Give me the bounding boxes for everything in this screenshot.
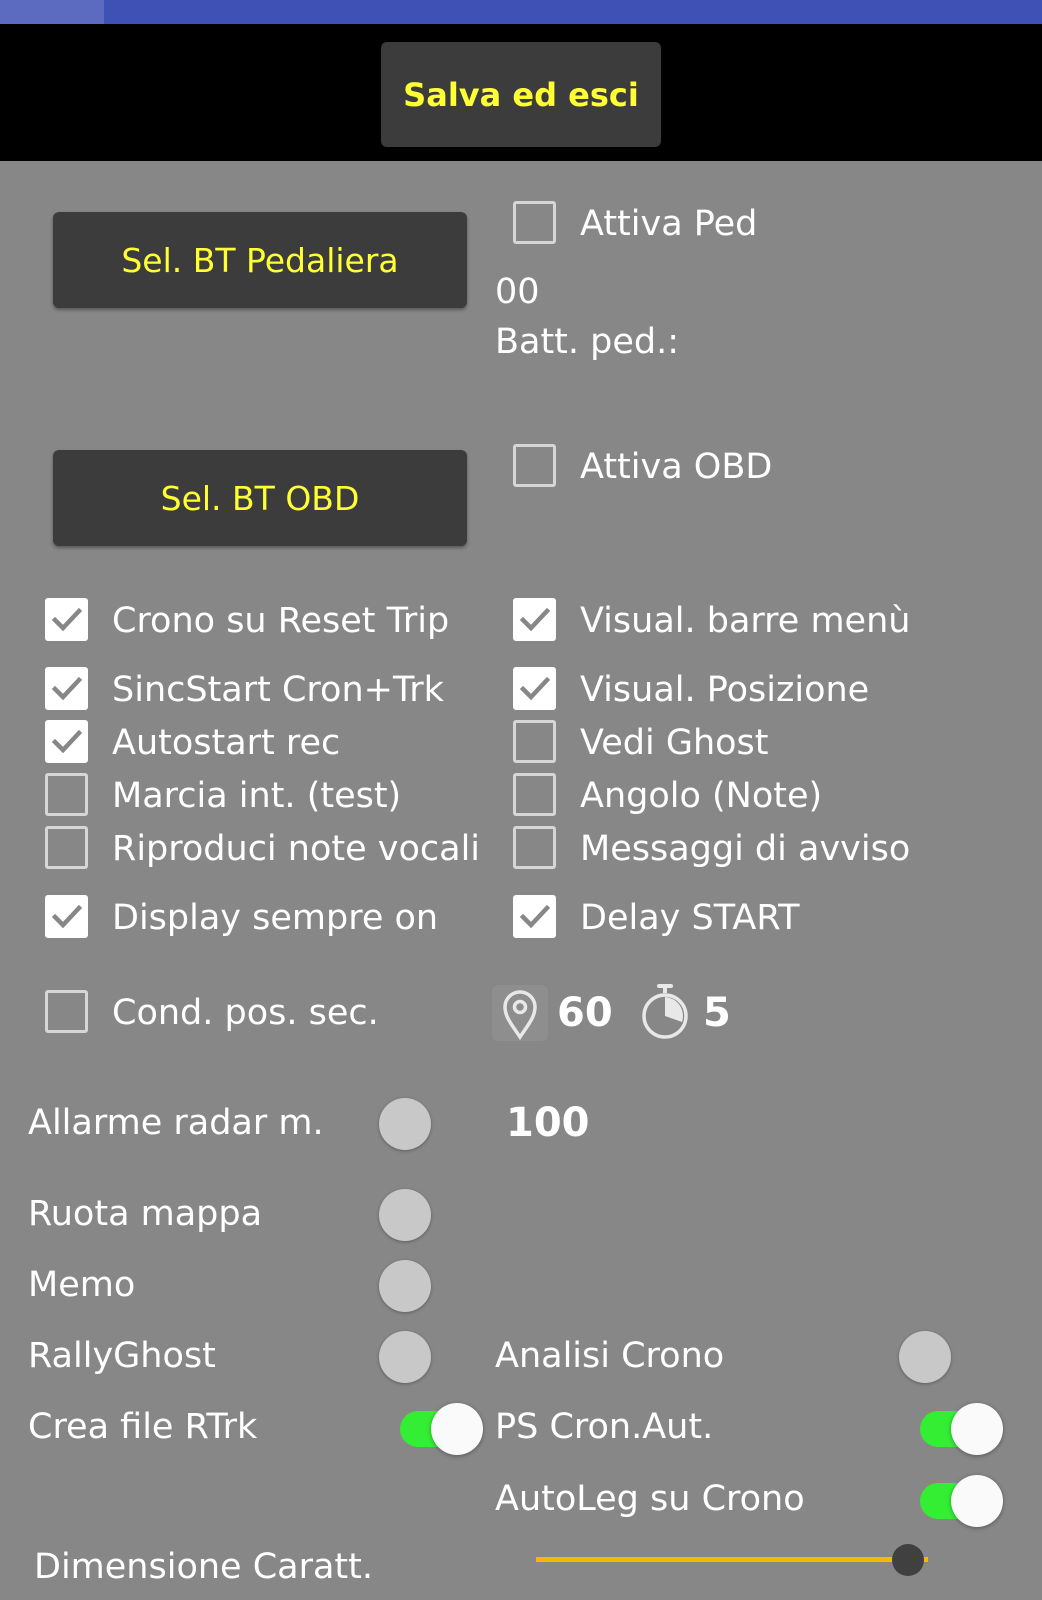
option-label-vedi-ghost: Vedi Ghost: [580, 723, 769, 763]
analisi-crono-label: Analisi Crono: [495, 1336, 725, 1376]
enable-obd-label: Attiva OBD: [580, 447, 773, 487]
ruota-mappa-label: Ruota mappa: [28, 1194, 263, 1234]
select-bt-pedal-button[interactable]: Sel. BT Pedaliera: [53, 212, 467, 308]
option-label-angolo: Angolo (Note): [580, 776, 823, 816]
pedal-battery-label: Batt. ped.:: [495, 322, 680, 362]
enable-pedal-label: Attiva Ped: [580, 204, 758, 244]
pedal-code: 00: [495, 272, 540, 312]
enable-obd-checkbox[interactable]: [513, 444, 556, 487]
option-checkbox-vedi-ghost[interactable]: [513, 720, 556, 763]
timer-value: 5: [703, 990, 731, 1036]
option-label-delay-start: Delay START: [580, 898, 800, 938]
save-exit-button[interactable]: Salva ed esci: [381, 42, 661, 147]
crea-file-rtrk-label: Crea file RTrk: [28, 1407, 258, 1447]
option-label-posizione: Visual. Posizione: [580, 670, 870, 710]
option-checkbox-autostart-rec[interactable]: [45, 720, 88, 763]
option-label-autostart-rec: Autostart rec: [112, 723, 341, 763]
select-bt-obd-button[interactable]: Sel. BT OBD: [53, 450, 467, 546]
memo-label: Memo: [28, 1265, 136, 1305]
checkmark-icon: [519, 904, 551, 929]
autoleg-crono-switch-thumb[interactable]: [951, 1475, 1003, 1527]
stopwatch-icon[interactable]: [638, 983, 692, 1045]
location-pin-icon[interactable]: [492, 985, 548, 1045]
option-checkbox-display-on[interactable]: [45, 895, 88, 938]
option-checkbox-note-vocali[interactable]: [45, 826, 88, 869]
option-checkbox-crono-reset-trip[interactable]: [45, 598, 88, 641]
checkmark-icon: [51, 607, 83, 632]
rallyghost-knob[interactable]: [379, 1331, 431, 1383]
radar-alarm-value: 100: [506, 1100, 590, 1146]
option-label-barre-menu: Visual. barre menù: [580, 601, 911, 641]
option-label-note-vocali: Riproduci note vocali: [112, 829, 481, 869]
option-checkbox-sincstart[interactable]: [45, 667, 88, 710]
option-checkbox-cond-pos-sec[interactable]: [45, 990, 88, 1033]
ps-cron-aut-switch-thumb[interactable]: [951, 1403, 1003, 1455]
option-checkbox-posizione[interactable]: [513, 667, 556, 710]
status-bar-segment: [0, 0, 104, 24]
option-label-sincstart: SincStart Cron+Trk: [112, 670, 444, 710]
memo-knob[interactable]: [379, 1260, 431, 1312]
position-value: 60: [557, 990, 613, 1036]
option-checkbox-messaggi[interactable]: [513, 826, 556, 869]
radar-alarm-label: Allarme radar m.: [28, 1103, 324, 1143]
checkmark-icon: [51, 904, 83, 929]
option-checkbox-angolo[interactable]: [513, 773, 556, 816]
checkmark-icon: [519, 676, 551, 701]
checkmark-icon: [51, 729, 83, 754]
rallyghost-label: RallyGhost: [28, 1336, 216, 1376]
option-label-cond-pos-sec: Cond. pos. sec.: [112, 993, 379, 1033]
checkmark-icon: [519, 607, 551, 632]
option-label-crono-reset-trip: Crono su Reset Trip: [112, 601, 450, 641]
font-size-slider-thumb[interactable]: [892, 1544, 925, 1576]
font-size-slider-track[interactable]: [536, 1557, 928, 1562]
crea-file-rtrk-switch-thumb[interactable]: [431, 1403, 483, 1455]
status-bar: [0, 0, 1042, 24]
option-label-marcia-int: Marcia int. (test): [112, 776, 402, 816]
checkmark-icon: [51, 676, 83, 701]
option-checkbox-marcia-int[interactable]: [45, 773, 88, 816]
enable-pedal-checkbox[interactable]: [513, 201, 556, 244]
option-checkbox-barre-menu[interactable]: [513, 598, 556, 641]
option-label-messaggi: Messaggi di avviso: [580, 829, 911, 869]
analisi-crono-knob[interactable]: [899, 1331, 951, 1383]
radar-alarm-knob[interactable]: [379, 1098, 431, 1150]
ruota-mappa-knob[interactable]: [379, 1189, 431, 1241]
ps-cron-aut-label: PS Cron.Aut.: [495, 1407, 714, 1447]
autoleg-crono-label: AutoLeg su Crono: [495, 1479, 805, 1519]
option-label-display-on: Display sempre on: [112, 898, 439, 938]
font-size-label: Dimensione Caratt.: [34, 1547, 373, 1587]
option-checkbox-delay-start[interactable]: [513, 895, 556, 938]
